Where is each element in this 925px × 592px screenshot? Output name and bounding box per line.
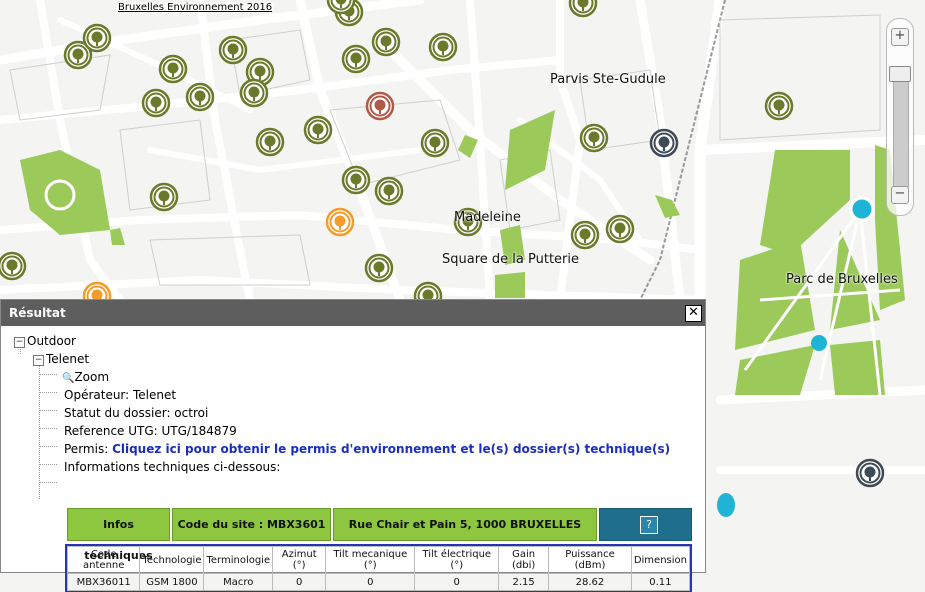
antenna-marker-icon[interactable] bbox=[341, 44, 371, 74]
antenna-marker-icon[interactable] bbox=[570, 220, 600, 250]
table-cell: GSM 1800 bbox=[139, 573, 205, 591]
table-row: MBX36011 GSM 1800 Macro 0 0 0 2.15 28.62 0.11 bbox=[66, 573, 691, 591]
map-label-madeleine: Madeleine bbox=[454, 210, 521, 225]
code-site-cell: Code du site : MBX3601 bbox=[172, 508, 331, 541]
table-header-row: Code antenne Technologie Terminologie Azimu… bbox=[66, 546, 691, 574]
column-header: Tilt électrique (°) bbox=[414, 546, 500, 574]
zoom-slider-handle[interactable] bbox=[889, 66, 911, 82]
address-cell: Rue Chair et Pain 5, 1000 BRUXELLES bbox=[333, 508, 597, 541]
result-panel: Résultat ✕ − Outdoor − Telenet 🔍Zoom Opéra… bbox=[0, 299, 706, 592]
table-cell: 0 bbox=[325, 573, 416, 591]
antenna-marker-icon[interactable] bbox=[341, 165, 371, 195]
table-cell: MBX36011 bbox=[66, 573, 141, 591]
map-copyright[interactable]: Bruxelles Environnement 2016 bbox=[116, 2, 275, 13]
antenna-marker-icon[interactable] bbox=[371, 27, 401, 57]
antenna-marker-icon[interactable] bbox=[605, 214, 635, 244]
zoom-out-button[interactable]: − bbox=[891, 186, 909, 204]
antenna-marker-icon[interactable] bbox=[649, 128, 679, 158]
zoom-in-button[interactable]: + bbox=[891, 28, 909, 46]
zoom-link[interactable]: Zoom bbox=[74, 370, 109, 384]
tree-line bbox=[39, 364, 40, 499]
table-cell: 0 bbox=[414, 573, 500, 591]
tech-table: Code antenne Technologie Terminologie Azimu… bbox=[66, 546, 691, 591]
antenna-marker-icon[interactable] bbox=[0, 251, 27, 281]
antenna-marker-icon[interactable] bbox=[158, 54, 188, 84]
map-label-putterie: Square de la Putterie bbox=[442, 252, 579, 267]
tree-line bbox=[39, 374, 57, 375]
antenna-marker-icon[interactable] bbox=[82, 23, 112, 53]
water-pond bbox=[717, 493, 735, 517]
antenna-marker-icon[interactable] bbox=[364, 253, 394, 283]
collapse-icon[interactable]: − bbox=[14, 337, 25, 348]
tree-label-outdoor: Outdoor bbox=[27, 334, 76, 348]
tech-table-frame: Code antenne Technologie Terminologie Azimu… bbox=[65, 544, 692, 592]
panel-header: Résultat ✕ bbox=[1, 300, 705, 326]
table-cell: 28.62 bbox=[548, 573, 632, 591]
table-cell: 2.15 bbox=[498, 573, 550, 591]
table-cell: 0 bbox=[272, 573, 327, 591]
column-header: Puissance (dBm) bbox=[548, 546, 632, 574]
tree-label-telenet: Telenet bbox=[46, 352, 90, 366]
antenna-marker-icon[interactable] bbox=[218, 35, 248, 65]
column-header: Code antenne bbox=[66, 546, 141, 574]
column-header: Azimut (°) bbox=[272, 546, 327, 574]
panel-body: − Outdoor − Telenet 🔍Zoom Opérateur: Telen… bbox=[1, 326, 705, 592]
tree-statut: Statut du dossier: octroi bbox=[64, 406, 209, 420]
antenna-marker-icon[interactable] bbox=[428, 32, 458, 62]
close-button[interactable]: ✕ bbox=[685, 305, 702, 322]
tree-info: Informations techniques ci-dessous: bbox=[64, 460, 281, 474]
magnifier-icon: 🔍 bbox=[62, 373, 75, 384]
column-header: Tilt mecanique (°) bbox=[325, 546, 416, 574]
tree-node-telenet[interactable]: − Telenet bbox=[33, 352, 89, 366]
infos-techniques-cell: Infos techniques bbox=[67, 508, 170, 562]
help-icon[interactable]: ? bbox=[640, 516, 658, 534]
park-fountain-north bbox=[849, 196, 875, 222]
antenna-marker-icon[interactable] bbox=[568, 0, 598, 18]
antenna-marker-icon[interactable] bbox=[239, 78, 269, 108]
permis-label: Permis: bbox=[64, 442, 109, 456]
tree-operateur: Opérateur: Telenet bbox=[64, 388, 177, 402]
column-header: Technologie bbox=[139, 546, 205, 574]
help-cell: ? bbox=[599, 508, 692, 541]
tree-line bbox=[39, 482, 57, 483]
map-label-parvis: Parvis Ste-Gudule bbox=[550, 72, 666, 87]
antenna-marker-icon[interactable] bbox=[149, 182, 179, 212]
antenna-marker-icon[interactable] bbox=[420, 128, 450, 158]
table-body: MBX36011 GSM 1800 Macro 0 0 0 2.15 28.62 0.11 bbox=[66, 573, 691, 591]
column-header: Dimension bbox=[630, 546, 691, 574]
zoom-bar[interactable] bbox=[893, 80, 909, 188]
antenna-marker-icon[interactable] bbox=[579, 123, 609, 153]
collapse-icon[interactable]: − bbox=[33, 355, 44, 366]
tree-line bbox=[39, 464, 57, 465]
tree-reference: Reference UTG: UTG/184879 bbox=[64, 424, 237, 438]
table-cell: Macro bbox=[203, 573, 274, 591]
permis-link[interactable]: Cliquez ici pour obtenir le permis d'env… bbox=[112, 442, 670, 456]
column-header: Terminologie bbox=[203, 546, 274, 574]
column-header: Gain (dbi) bbox=[498, 546, 550, 574]
tree-line bbox=[39, 446, 57, 447]
antenna-marker-icon[interactable] bbox=[141, 88, 171, 118]
table-cell: 0.11 bbox=[630, 573, 691, 591]
panel-title: Résultat bbox=[9, 306, 66, 320]
tree-node-outdoor[interactable]: − Outdoor bbox=[14, 334, 76, 348]
antenna-marker-icon[interactable] bbox=[325, 207, 355, 237]
antenna-marker-icon[interactable] bbox=[764, 91, 794, 121]
tree-line bbox=[39, 392, 57, 393]
antenna-marker-icon[interactable] bbox=[365, 91, 395, 121]
antenna-marker-icon[interactable] bbox=[303, 115, 333, 145]
map-label-parc: Parc de Bruxelles bbox=[786, 272, 898, 287]
park-fountain-south bbox=[811, 335, 827, 351]
antenna-marker-icon[interactable] bbox=[255, 127, 285, 157]
antenna-marker-icon[interactable] bbox=[374, 176, 404, 206]
tree-permis: Permis: Cliquez ici pour obtenir le perm… bbox=[64, 442, 670, 456]
tree-node-zoom[interactable]: 🔍Zoom bbox=[62, 370, 109, 384]
antenna-marker-icon[interactable] bbox=[855, 458, 885, 488]
tree-line bbox=[39, 410, 57, 411]
antenna-marker-icon[interactable] bbox=[185, 82, 215, 112]
tree-line bbox=[39, 428, 57, 429]
